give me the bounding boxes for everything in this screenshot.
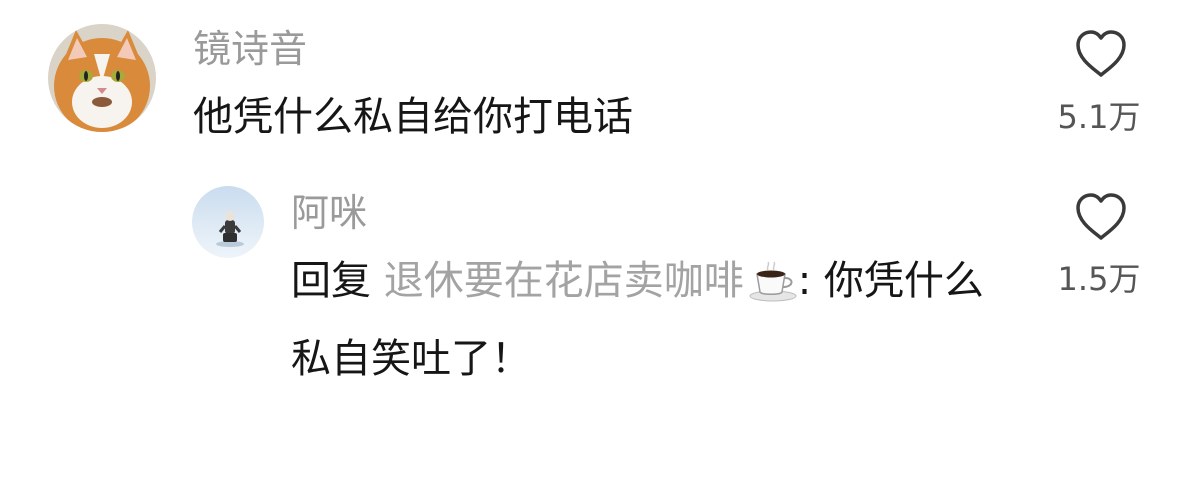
avatar[interactable] [48,24,156,132]
heart-icon[interactable] [1074,29,1128,79]
reply-target-username[interactable]: 退休要在花店卖咖啡 [384,258,744,304]
comment-username[interactable]: 镜诗音 [193,26,307,72]
heart-icon[interactable] [1074,192,1128,242]
cat-avatar-icon [48,24,156,132]
snow-photo-avatar-icon [192,186,264,258]
reply-text[interactable]: 回复 退休要在花店卖咖啡 : 你凭什么私自笑吐了！ [291,242,1011,398]
reply-separator: : [797,258,812,304]
like-count: 1.5万 [1057,260,1141,298]
reply-prefix: 回复 [291,258,371,304]
coffee-cup-emoji-icon [749,261,797,302]
comment-text[interactable]: 他凭什么私自给你打电话 [193,94,633,140]
avatar[interactable] [192,186,264,258]
like-count: 5.1万 [1057,98,1141,136]
reply-username[interactable]: 阿咪 [291,190,367,236]
